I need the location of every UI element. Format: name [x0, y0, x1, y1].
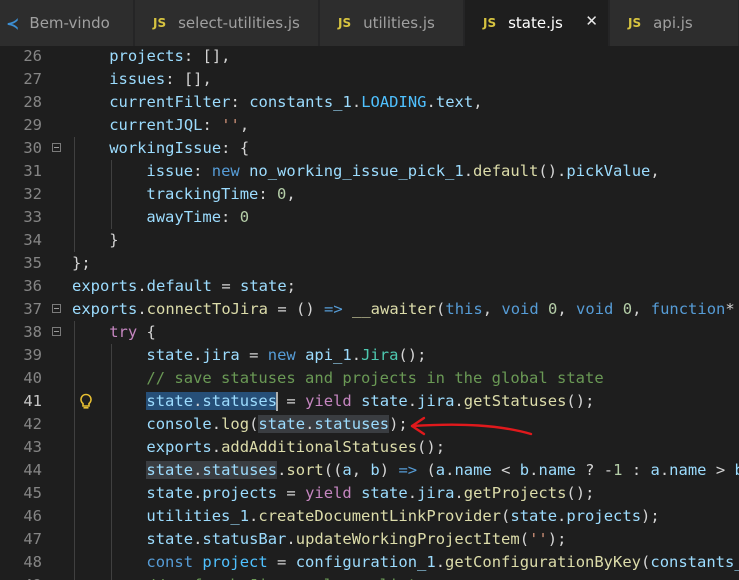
js-icon: JS: [628, 16, 642, 30]
js-icon: JS: [338, 16, 352, 30]
annotation-arrow: [410, 416, 533, 436]
tab-bem-vindo[interactable]: ≺ Bem-vindo: [0, 0, 134, 46]
tab-api-js[interactable]: JS api.js: [610, 0, 739, 46]
close-icon[interactable]: ✕: [585, 12, 598, 30]
editor-tab-bar: ≺ Bem-vindo JS select-utilities.js JS utiliti…: [0, 0, 739, 46]
js-icon: JS: [483, 16, 497, 30]
tab-label: api.js: [653, 14, 693, 32]
vscode-icon: ≺: [6, 13, 20, 33]
tab-select-utilities-js[interactable]: JS select-utilities.js: [135, 0, 319, 46]
tab-label: state.js: [508, 14, 563, 32]
tab-label: Bem-vindo: [29, 14, 110, 32]
tab-state-js[interactable]: JS state.js ✕: [465, 0, 609, 46]
tab-label: utilities.js: [363, 14, 435, 32]
tab-label: select-utilities.js: [178, 14, 300, 32]
tab-utilities-js[interactable]: JS utilities.js: [320, 0, 464, 46]
js-icon: JS: [153, 16, 167, 30]
code-editor[interactable]: 26 projects: [], 27 issues: [], 28 currentFil…: [0, 46, 739, 580]
